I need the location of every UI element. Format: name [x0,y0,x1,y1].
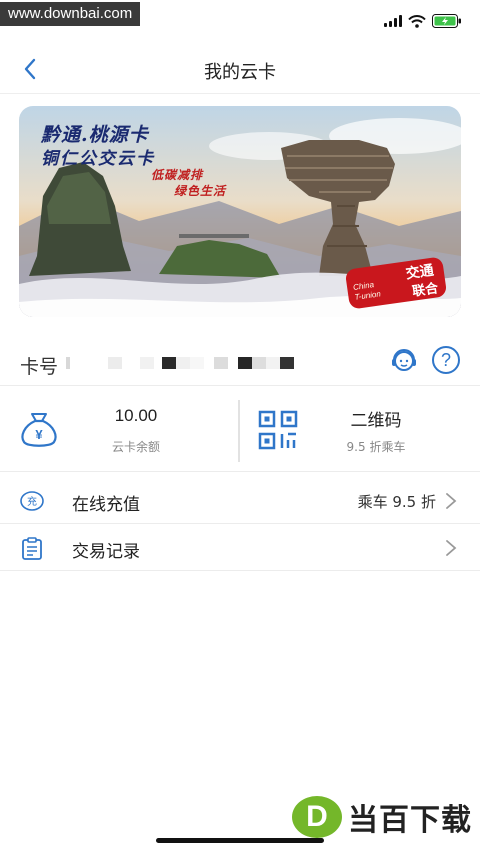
signal-icon [384,15,402,27]
card-number-masked [66,357,294,369]
card-title-line2: 铜仁公交云卡 [41,149,155,169]
transit-card[interactable]: 黔通.桃源卡 铜仁公交云卡 低碳减排 绿色生活 交通 联合 China T-un… [19,106,461,317]
list-item-recharge[interactable]: 充 在线充值 乘车 9.5 折 [0,478,480,524]
brand-logo-icon: D [292,796,342,838]
chevron-right-icon [446,493,457,509]
list-item-value: 乘车 9.5 折 [357,493,436,511]
battery-icon [432,14,461,28]
clipboard-icon [22,537,42,560]
balance-label: 云卡余额 [111,440,160,454]
customer-service-icon[interactable] [390,346,418,374]
card-info-panel: ¥ 10.00 云卡余额 二维码 9.5 折乘车 [0,394,480,472]
card-slogan-line1: 低碳减排 [151,168,204,182]
recharge-icon: 充 [20,491,44,511]
card-number-row: 卡号 ? [0,338,480,386]
list-item-transactions[interactable]: 交易记录 [0,525,480,571]
status-bar: 11:12 www.downbai.com [0,0,480,40]
qr-code-icon[interactable] [258,410,298,450]
qr-subtitle: 9.5 折乘车 [346,440,406,454]
balance-value[interactable]: 10.00 [88,406,184,426]
home-indicator[interactable] [156,838,324,843]
brand-watermark: D 当百下载 [292,795,472,839]
brand-text: 当百下载 [348,803,472,838]
chevron-right-icon [446,540,457,556]
list-item-label: 交易记录 [72,542,140,562]
nav-bar: 我的云卡 [0,44,480,94]
card-title-line1: 黔通.桃源卡 [41,124,149,146]
money-bag-icon: ¥ [21,413,57,447]
panel-divider [238,400,240,462]
currency-glyph: ¥ [35,427,43,442]
list-item-label: 在线充值 [72,495,140,515]
recharge-glyph: 充 [27,495,37,508]
tunion-cn-2: 联合 [411,281,440,300]
question-icon[interactable]: ? [432,346,460,374]
wifi-icon [408,14,426,28]
qr-title[interactable]: 二维码 [326,406,426,431]
page-title: 我的云卡 [204,62,276,83]
card-slogan-line2: 绿色生活 [174,184,227,198]
status-icons [384,14,462,28]
watermark-url: www.downbai.com [0,2,141,26]
card-number-label: 卡号 [20,356,59,378]
